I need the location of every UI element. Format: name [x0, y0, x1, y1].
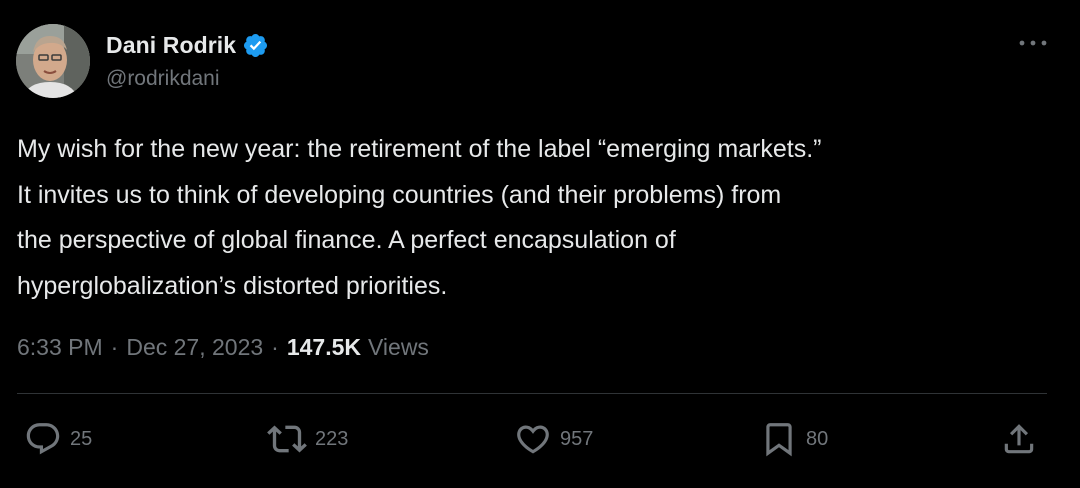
bookmark-count: 80	[806, 427, 829, 450]
bookmark-icon	[766, 423, 792, 457]
tweet-time[interactable]: 6:33 PM	[17, 334, 103, 361]
tweet-text: My wish for the new year: the retirement…	[17, 127, 1057, 309]
share-button[interactable]	[1000, 418, 1038, 460]
share-icon	[1004, 424, 1034, 454]
tweet-text-line: It invites us to think of developing cou…	[17, 180, 782, 209]
meta-separator: ·	[110, 333, 119, 360]
more-button[interactable]	[1016, 33, 1050, 53]
action-bar: 25 223 957 80	[0, 418, 1080, 460]
repost-count: 223	[315, 427, 349, 450]
tweet-date[interactable]: Dec 27, 2023	[126, 334, 263, 361]
reply-icon	[26, 423, 60, 455]
tweet-meta: 6:33 PM · Dec 27, 2023 · 147.5K Views	[17, 329, 429, 365]
views-label[interactable]: Views	[368, 334, 429, 361]
reply-button[interactable]: 25	[24, 418, 92, 460]
meta-separator: ·	[271, 333, 279, 360]
author-name[interactable]: Dani Rodrik	[106, 32, 236, 59]
repost-button[interactable]: 223	[267, 418, 348, 460]
avatar[interactable]	[16, 24, 90, 98]
like-count: 957	[560, 427, 594, 450]
heart-icon	[517, 425, 549, 454]
divider	[17, 393, 1047, 394]
tweet-card: Dani Rodrik @rodrikdani My wish for the …	[0, 0, 1080, 488]
author-name-row[interactable]: Dani Rodrik	[106, 29, 269, 61]
repost-icon	[267, 425, 307, 453]
tweet-text-line: hyperglobalization’s distorted prioritie…	[17, 271, 448, 300]
author-handle[interactable]: @rodrikdani	[106, 67, 220, 91]
views-count[interactable]: 147.5K	[287, 334, 361, 361]
tweet-text-line: My wish for the new year: the retirement…	[17, 135, 822, 163]
bookmark-button[interactable]: 80	[760, 418, 828, 460]
reply-count: 25	[70, 427, 93, 450]
like-button[interactable]: 957	[514, 418, 593, 460]
more-icon	[1019, 40, 1047, 46]
verified-badge-icon[interactable]	[242, 32, 269, 59]
tweet-text-line: the perspective of global finance. A per…	[17, 226, 676, 254]
